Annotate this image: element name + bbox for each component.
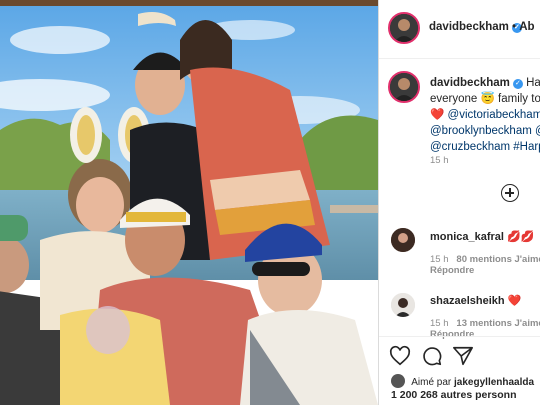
liked-by-user[interactable]: jakegyllenhaalda	[454, 377, 534, 388]
share-paper-plane-icon[interactable]	[452, 345, 474, 367]
likes-count-number[interactable]: 1 200 268	[391, 389, 438, 401]
comment-meta: 15 h 13 mentions J'aime	[430, 318, 540, 329]
comment-likes[interactable]: 13 mentions J'aime	[456, 318, 540, 329]
author-username[interactable]: davidbeckham ✓	[429, 21, 522, 33]
post-caption: davidbeckham✓ Hap everyone 😇 family toge…	[430, 75, 540, 155]
caption-time: 15 h	[430, 155, 449, 166]
caption-username[interactable]: davidbeckham	[430, 77, 510, 89]
post-actions: Aimé par jakegyllenhaalda 1 200 268 autr…	[379, 336, 540, 405]
comment-username[interactable]: monica_kafral	[430, 231, 504, 243]
post-side-panel: davidbeckham✓ • Ab davidbeckham✓ Hap eve…	[378, 0, 540, 405]
commenter-avatar[interactable]	[391, 228, 415, 252]
verified-badge-icon: ✓	[512, 79, 523, 89]
comment-username[interactable]: shazaelsheikh	[430, 295, 505, 307]
follow-button[interactable]: Ab	[519, 21, 534, 33]
author-username-text[interactable]: davidbeckham	[429, 21, 509, 33]
follow-area: • Ab	[512, 21, 535, 33]
liked-by-prefix: Aimé par	[411, 377, 452, 388]
liked-by-line: Aimé par jakegyllenhaalda	[391, 374, 534, 388]
liker-avatar	[391, 374, 405, 388]
post-photo[interactable]	[0, 0, 378, 405]
comment-meta: 15 h 80 mentions J'aime	[430, 254, 540, 265]
comment-bubble-icon[interactable]	[421, 345, 443, 367]
comment-likes[interactable]: 80 mentions J'aime	[456, 254, 540, 265]
comment-2: shazaelsheikh ❤️	[430, 294, 521, 307]
caption-line4[interactable]: @brooklynbeckham @r	[430, 123, 540, 139]
comment-text: ❤️	[507, 295, 522, 307]
post-header: davidbeckham ✓ • Ab	[379, 0, 540, 59]
caption-line5[interactable]: @cruzbeckham #Harpe	[430, 139, 540, 155]
comment-1: monica_kafral 💋💋	[430, 230, 534, 243]
comment-time: 15 h	[430, 318, 449, 329]
like-heart-icon[interactable]	[389, 345, 411, 367]
commenter-avatar[interactable]	[391, 293, 415, 317]
likes-count-line[interactable]: 1 200 268 autres personn	[391, 389, 517, 401]
likes-count-tail[interactable]: autres personn	[441, 389, 517, 401]
header-separator: •	[512, 21, 517, 33]
caption-line2: everyone 😇 family toge	[430, 93, 540, 105]
comment-text: 💋💋	[507, 231, 535, 243]
load-more-comments-icon[interactable]	[501, 184, 519, 202]
caption-line3[interactable]: ❤️ @victoriabeckham	[430, 107, 540, 123]
author-avatar[interactable]	[388, 12, 420, 44]
caption-avatar[interactable]	[388, 71, 420, 103]
comment-time: 15 h	[430, 254, 449, 265]
reply-button[interactable]: Répondre	[430, 265, 474, 276]
caption-line1: Hap	[526, 77, 540, 89]
